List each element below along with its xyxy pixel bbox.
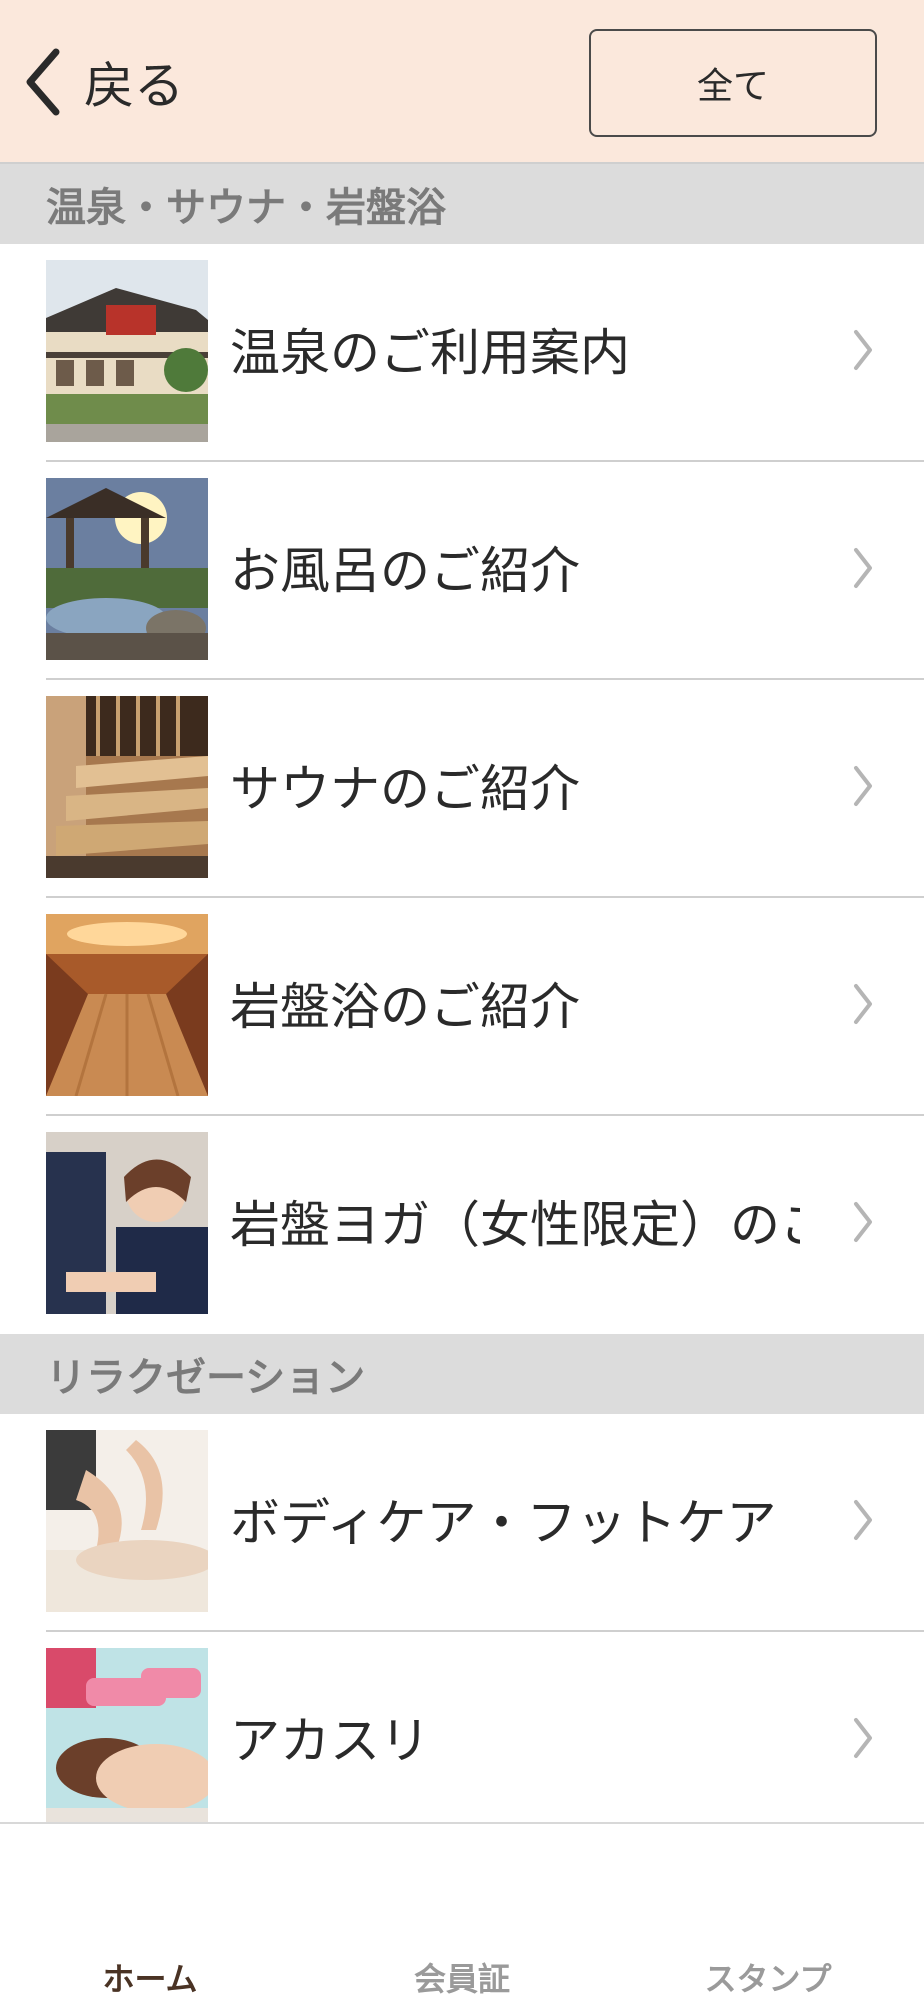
item-label: お風呂のご紹介 xyxy=(230,542,580,600)
back-button[interactable]: 戻る xyxy=(22,44,184,120)
list-item-bath-intro[interactable]: お風呂のご紹介 xyxy=(0,462,924,680)
item-label: ボディケア・フットケア xyxy=(230,1494,777,1552)
item-label: 温泉のご利用案内 xyxy=(230,324,630,382)
chevron-right-icon xyxy=(854,984,872,1024)
item-label: 岩盤ヨガ（女性限定）のご… xyxy=(230,1196,800,1254)
sauna-image xyxy=(46,696,208,878)
item-label: サウナのご紹介 xyxy=(230,760,580,818)
app-header: 戻る 全て xyxy=(0,0,924,164)
tab-membership-card[interactable]: 会員証 xyxy=(312,1954,612,2000)
yoga-image xyxy=(46,1132,208,1314)
list-item-sauna-intro[interactable]: サウナのご紹介 xyxy=(0,680,924,898)
chevron-right-icon xyxy=(854,1202,872,1242)
section-header-onsen: 温泉・サウナ・岩盤浴 xyxy=(0,164,924,244)
chevron-right-icon xyxy=(854,330,872,370)
section-header-relaxation: リラクゼーション xyxy=(0,1334,924,1414)
all-button[interactable]: 全て xyxy=(589,29,877,137)
chevron-right-icon xyxy=(854,766,872,806)
item-label: アカスリ xyxy=(230,1712,430,1770)
item-label: 岩盤浴のご紹介 xyxy=(230,978,580,1036)
bottom-tab-bar: ホーム 会員証 スタンプ xyxy=(0,1822,924,2000)
tab-home[interactable]: ホーム xyxy=(0,1954,300,2000)
list-item-body-foot-care[interactable]: ボディケア・フットケア xyxy=(0,1414,924,1632)
list-item-yoga-intro[interactable]: 岩盤ヨガ（女性限定）のご… xyxy=(0,1116,924,1334)
chevron-right-icon xyxy=(854,1718,872,1758)
list-item-akasuri[interactable]: アカスリ xyxy=(0,1632,924,1850)
onsen-building-image xyxy=(46,260,208,442)
back-label: 戻る xyxy=(84,57,184,115)
tab-stamp[interactable]: スタンプ xyxy=(618,1954,918,2000)
chevron-left-icon xyxy=(26,48,60,116)
outdoor-bath-image xyxy=(46,478,208,660)
chevron-right-icon xyxy=(854,548,872,588)
massage-image xyxy=(46,1430,208,1612)
list-item-ganbanyoku-intro[interactable]: 岩盤浴のご紹介 xyxy=(0,898,924,1116)
section-title: 温泉・サウナ・岩盤浴 xyxy=(46,185,446,231)
stone-bath-room-image xyxy=(46,914,208,1096)
chevron-right-icon xyxy=(854,1500,872,1540)
akasuri-image xyxy=(46,1648,208,1830)
section-title: リラクゼーション xyxy=(46,1355,366,1401)
list-item-onsen-guide[interactable]: 温泉のご利用案内 xyxy=(0,244,924,462)
